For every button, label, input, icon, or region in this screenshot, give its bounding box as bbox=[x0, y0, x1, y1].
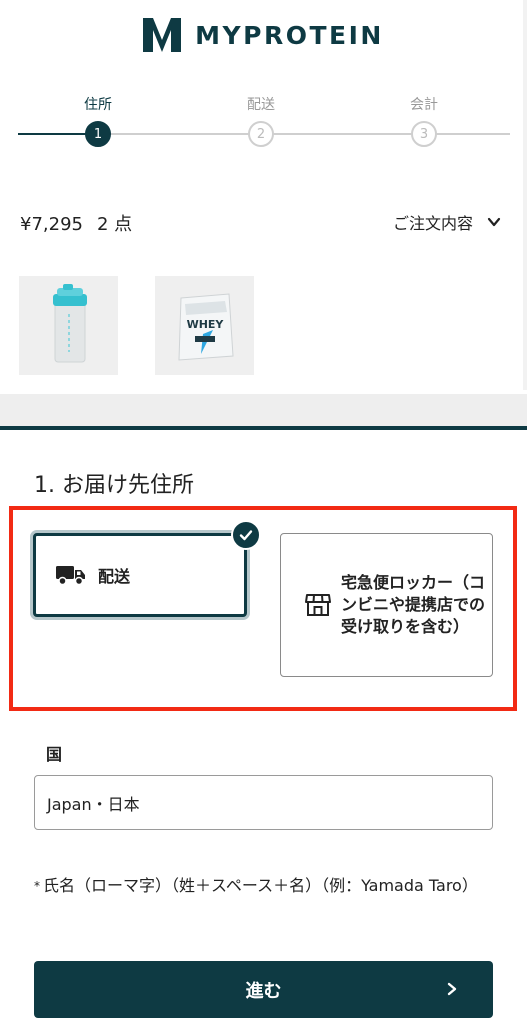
order-total: ¥7,295 2 点 bbox=[20, 210, 132, 236]
name-field-label-text: 氏名（ローマ字）（姓＋スペース＋名）（例：Yamada Taro） bbox=[43, 876, 478, 895]
step-line bbox=[98, 133, 260, 135]
order-details-label: ご注文内容 bbox=[392, 214, 473, 233]
locker-option-label: 宅急便ロッカー（コンビニや提携店での受け取りを含む） bbox=[341, 573, 486, 636]
step-line bbox=[260, 133, 424, 135]
step-circle-2: 2 bbox=[248, 121, 274, 147]
step-circle-1: 1 bbox=[85, 121, 111, 147]
whey-pouch-image: WHEY bbox=[155, 276, 254, 375]
order-total-price: ¥7,295 bbox=[20, 214, 83, 235]
delivery-option-locker[interactable]: 宅急便ロッカー（コンビニや提携店での受け取りを含む） bbox=[280, 533, 493, 677]
svg-text:WHEY: WHEY bbox=[187, 318, 225, 331]
order-summary: ¥7,295 2 点 ご注文内容 bbox=[0, 200, 527, 244]
section-divider bbox=[0, 394, 527, 426]
section-accent-line bbox=[0, 426, 527, 430]
next-button[interactable]: 進む bbox=[34, 961, 493, 1018]
product-thumb-whey[interactable]: WHEY bbox=[155, 276, 254, 375]
chevron-down-icon bbox=[487, 217, 501, 227]
page-scrollbar[interactable] bbox=[523, 0, 527, 390]
selected-check-icon bbox=[231, 520, 261, 550]
delivery-option-home[interactable]: 配送 bbox=[33, 533, 247, 617]
brand-logo[interactable]: MYPROTEIN bbox=[143, 18, 384, 52]
name-field-label: * 氏名（ローマ字）（姓＋スペース＋名）（例：Yamada Taro） bbox=[34, 870, 484, 902]
shaker-bottle-image bbox=[19, 276, 118, 375]
delivery-option-label: 配送 bbox=[98, 567, 131, 586]
step-label-payment: 会計 bbox=[410, 97, 438, 113]
brand-name: MYPROTEIN bbox=[195, 20, 384, 50]
product-thumbnails: WHEY bbox=[0, 276, 527, 376]
section-title-address: 1. お届け先住所 bbox=[34, 473, 194, 498]
chevron-right-icon bbox=[447, 982, 457, 996]
order-details-toggle[interactable]: ご注文内容 bbox=[393, 210, 501, 234]
myprotein-logo-icon bbox=[143, 18, 182, 52]
step-label-shipping: 配送 bbox=[247, 97, 275, 113]
truck-icon bbox=[56, 566, 85, 586]
country-select[interactable]: Japan・日本 bbox=[34, 775, 493, 830]
step-circle-3: 3 bbox=[411, 121, 437, 147]
site-header: MYPROTEIN bbox=[0, 0, 527, 70]
country-value: Japan・日本 bbox=[47, 794, 140, 814]
step-label-address: 住所 bbox=[84, 97, 112, 113]
product-thumb-shaker[interactable] bbox=[19, 276, 118, 375]
store-icon bbox=[305, 594, 331, 616]
checkout-stepper: 住所 配送 会計 1 2 3 bbox=[0, 88, 527, 158]
required-mark: * bbox=[34, 879, 40, 893]
country-label: 国 bbox=[46, 745, 63, 764]
order-item-count: 2 点 bbox=[96, 214, 133, 235]
next-button-label: 進む bbox=[245, 980, 282, 1002]
